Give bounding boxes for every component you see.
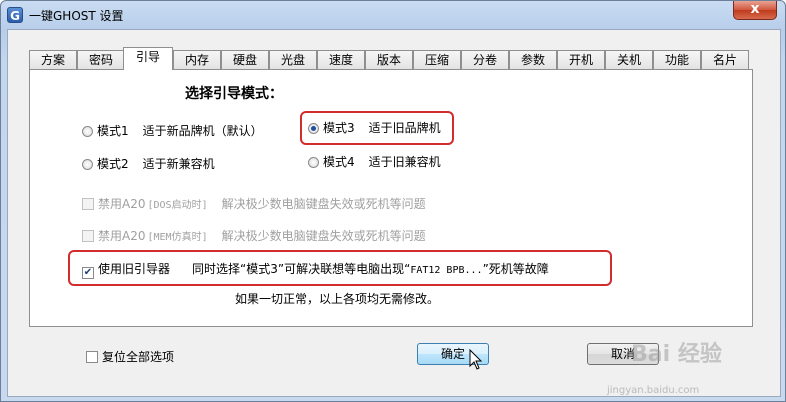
old-loader-desc: 同时选择“模式3”可解决联想等电脑出现“ <box>192 262 411 276</box>
reset-all-option[interactable]: 复位全部选项 <box>86 348 174 365</box>
mode1-radio[interactable] <box>82 126 93 137</box>
tab-harddisk[interactable]: 硬盘 <box>221 50 269 69</box>
old-loader-checkbox[interactable]: ✔ <box>82 267 94 279</box>
tab-split[interactable]: 分卷 <box>461 50 509 69</box>
old-loader-option[interactable]: ✔ 使用旧引导器 同时选择“模式3”可解决联想等电脑出现“FAT12 BPB...”… <box>82 260 549 279</box>
mode4-label: 模式4 <box>323 155 355 169</box>
old-loader-desc-mono: FAT12 BPB... <box>410 265 483 276</box>
panel-heading: 选择引导模式： <box>185 86 283 102</box>
tab-card[interactable]: 名片 <box>701 50 749 69</box>
mode1-option[interactable]: 模式1 适于新品牌机（默认） <box>82 122 263 139</box>
tab-features[interactable]: 功能 <box>653 50 701 69</box>
reset-all-label: 复位全部选项 <box>102 350 175 364</box>
mode2-desc: 适于新兼容机 <box>142 157 215 171</box>
tab-cdrom[interactable]: 光盘 <box>269 50 317 69</box>
mode4-option[interactable]: 模式4 适于旧兼容机 <box>308 153 441 170</box>
tab-password[interactable]: 密码 <box>77 50 125 69</box>
mode4-radio[interactable] <box>308 157 319 168</box>
a20-mem-label: 禁用A20 <box>98 229 146 243</box>
a20-mem-label-mono: [MEM仿真时] <box>147 232 208 243</box>
mode3-desc: 适于旧品牌机 <box>368 121 441 135</box>
a20-mem-option[interactable]: 禁用A20 [MEM仿真时] 解决极少数电脑键盘失效或死机等问题 <box>82 227 426 244</box>
a20-dos-label: 禁用A20 <box>98 197 146 211</box>
window-title: 一键GHOST 设置 <box>29 9 124 23</box>
tab-params[interactable]: 参数 <box>509 50 557 69</box>
mode2-radio[interactable] <box>82 159 93 170</box>
mode3-label: 模式3 <box>323 121 355 135</box>
mode2-label: 模式2 <box>97 157 129 171</box>
mode4-desc: 适于旧兼容机 <box>368 155 441 169</box>
tab-shutdown[interactable]: 关机 <box>605 50 653 69</box>
mode1-desc: 适于新品牌机（默认） <box>142 124 263 138</box>
mouse-cursor-icon <box>469 349 483 370</box>
tab-version[interactable]: 版本 <box>365 50 413 69</box>
a20-dos-label-mono: [DOS启动时] <box>147 200 208 211</box>
tab-scheme[interactable]: 方案 <box>29 50 77 69</box>
mode2-option[interactable]: 模式2 适于新兼容机 <box>82 155 215 172</box>
a20-mem-desc: 解决极少数电脑键盘失效或死机等问题 <box>221 229 426 243</box>
mode3-option[interactable]: 模式3 适于旧品牌机 <box>308 119 441 136</box>
watermark-url: jingyan.baidu.com <box>607 385 700 396</box>
tab-memory[interactable]: 内存 <box>173 50 221 69</box>
tab-speed[interactable]: 速度 <box>317 50 365 69</box>
old-loader-desc-suffix: ”死机等故障 <box>482 262 549 276</box>
watermark-logo: Bai 经验 <box>631 342 722 367</box>
tab-compress[interactable]: 压缩 <box>413 50 461 69</box>
boot-panel: 选择引导模式： 模式1 适于新品牌机（默认） 模式2 适于新兼容机 模式3 适于旧品牌… <box>29 69 753 327</box>
a20-dos-desc: 解决极少数电脑键盘失效或死机等问题 <box>221 197 426 211</box>
mode1-label: 模式1 <box>97 124 129 138</box>
tab-startup[interactable]: 开机 <box>557 50 605 69</box>
note-text: 如果一切正常，以上各项均无需修改。 <box>235 292 440 306</box>
old-loader-label: 使用旧引导器 <box>98 262 171 276</box>
a20-dos-option[interactable]: 禁用A20 [DOS启动时] 解决极少数电脑键盘失效或死机等问题 <box>82 195 426 212</box>
title-bar: G 一键GHOST 设置 x <box>1 1 785 29</box>
close-button[interactable]: x <box>733 1 777 20</box>
a20-dos-checkbox[interactable] <box>82 198 94 210</box>
a20-mem-checkbox[interactable] <box>82 230 94 242</box>
mode3-radio[interactable] <box>308 123 319 134</box>
settings-window: G 一键GHOST 设置 x 方案 密码 引导 内存 硬盘 光盘 速度 版本 压… <box>0 0 786 402</box>
reset-all-checkbox[interactable] <box>86 351 98 363</box>
tab-boot[interactable]: 引导 <box>123 47 173 70</box>
app-icon: G <box>7 7 23 23</box>
